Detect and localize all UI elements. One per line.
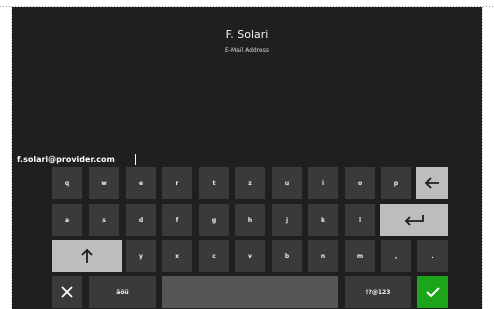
user-name: F. Solari — [225, 28, 269, 41]
key-w[interactable]: w — [89, 167, 119, 199]
key-e[interactable]: e — [126, 167, 156, 199]
confirm-key[interactable] — [417, 276, 448, 308]
close-key[interactable] — [52, 276, 82, 308]
key-n[interactable]: n — [308, 240, 338, 272]
login-screen: F. Solari E-Mail Address f.solari@provid… — [12, 7, 482, 309]
key-v[interactable]: v — [235, 240, 265, 272]
key-f[interactable]: f — [162, 204, 192, 236]
key-p[interactable]: p — [381, 167, 411, 199]
arrow-up-icon — [81, 248, 93, 264]
enter-icon — [403, 214, 425, 226]
key-t[interactable]: t — [199, 167, 229, 199]
arrow-left-icon — [424, 177, 440, 189]
check-icon — [425, 286, 440, 298]
space-key[interactable] — [162, 276, 338, 308]
key-g[interactable]: g — [199, 204, 229, 236]
key-i[interactable]: i — [308, 167, 338, 199]
key-h[interactable]: h — [235, 204, 265, 236]
key-m[interactable]: m — [345, 240, 375, 272]
key-s[interactable]: s — [89, 204, 119, 236]
field-label: E-Mail Address — [225, 47, 269, 54]
key-d[interactable]: d — [126, 204, 156, 236]
key-period[interactable]: . — [417, 240, 448, 272]
key-z[interactable]: z — [235, 167, 265, 199]
key-a[interactable]: a — [52, 204, 82, 236]
text-caret — [135, 154, 136, 165]
key-u[interactable]: u — [272, 167, 302, 199]
enter-key[interactable] — [380, 204, 448, 236]
email-input[interactable]: f.solari@provider.com — [17, 155, 115, 164]
key-k[interactable]: k — [308, 204, 338, 236]
right-border — [482, 7, 483, 309]
key-x[interactable]: x — [162, 240, 192, 272]
key-o[interactable]: o — [345, 167, 375, 199]
backspace-key[interactable] — [416, 167, 448, 199]
umlaut-key[interactable]: äöü — [89, 276, 156, 308]
key-r[interactable]: r — [162, 167, 192, 199]
close-icon — [61, 286, 73, 298]
symbols-key[interactable]: !?@123 — [345, 276, 411, 308]
key-b[interactable]: b — [272, 240, 302, 272]
key-c[interactable]: c — [199, 240, 229, 272]
key-q[interactable]: q — [52, 167, 82, 199]
key-y[interactable]: y — [126, 240, 156, 272]
key-j[interactable]: j — [272, 204, 302, 236]
key-comma[interactable]: , — [381, 240, 411, 272]
shift-key[interactable] — [52, 240, 122, 272]
key-l[interactable]: l — [345, 204, 375, 236]
